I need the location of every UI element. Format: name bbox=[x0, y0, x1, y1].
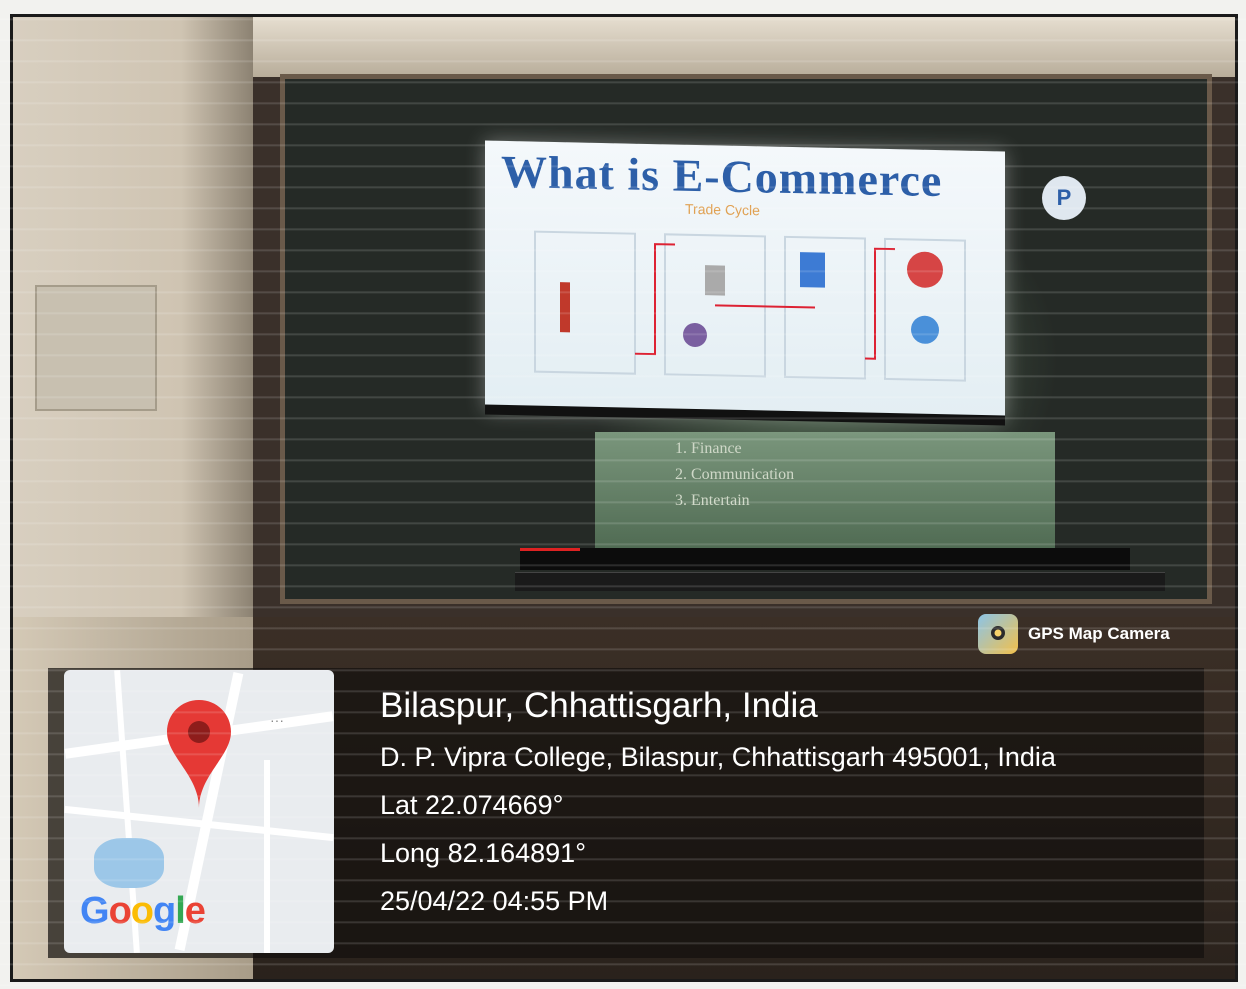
map-pin-icon bbox=[167, 700, 231, 808]
location-timestamp: 25/04/22 04:55 PM bbox=[380, 886, 609, 916]
wall-switchboard bbox=[35, 285, 157, 411]
video-player-bar bbox=[520, 548, 1130, 570]
video-progress bbox=[520, 548, 580, 551]
projected-video-area bbox=[595, 432, 1055, 552]
location-latitude: Lat 22.074669° bbox=[380, 790, 564, 820]
location-city: Bilaspur, Chhattisgarh, India bbox=[380, 686, 818, 725]
google-logo: Google bbox=[80, 890, 206, 932]
trade-cycle-diagram bbox=[534, 230, 966, 382]
slideshow-controls bbox=[515, 572, 1165, 591]
channel-logo: P bbox=[1042, 176, 1086, 220]
gps-map-camera-icon bbox=[978, 614, 1018, 654]
more-dots-icon: ··· bbox=[270, 712, 284, 728]
map-water bbox=[94, 838, 164, 888]
location-address: D. P. Vipra College, Bilaspur, Chhattisg… bbox=[380, 742, 1056, 772]
projected-slide: What is E-Commerce Trade Cycle bbox=[485, 140, 1005, 426]
gps-badge: GPS Map Camera bbox=[978, 612, 1170, 656]
gps-badge-label: GPS Map Camera bbox=[1028, 624, 1170, 643]
wall-top bbox=[253, 17, 1235, 77]
location-info: Bilaspur, Chhattisgarh, India D. P. Vipr… bbox=[380, 686, 1056, 934]
slide-subtitle: Trade Cycle bbox=[685, 200, 760, 219]
slide-title: What is E-Commerce bbox=[501, 145, 943, 207]
location-longitude: Long 82.164891° bbox=[380, 838, 586, 868]
projected-list: 1. Finance 2. Communication 3. Entertain bbox=[675, 440, 795, 509]
map-thumbnail: ··· Google bbox=[64, 670, 334, 953]
